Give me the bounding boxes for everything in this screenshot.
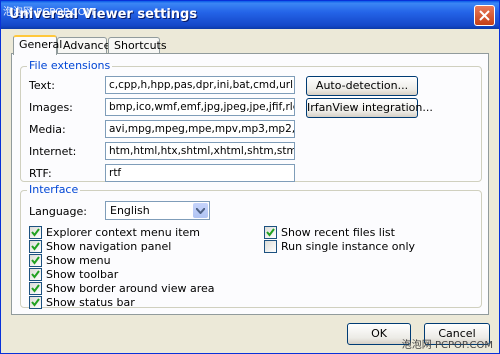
settings-dialog: Universal Viewer settings 泡泡网 PCPOP.COM … [0, 0, 500, 354]
media-label: Media: [29, 123, 66, 136]
checkmark-icon [31, 298, 40, 307]
run-single-instance-checkbox[interactable] [264, 240, 277, 253]
show-status-bar-checkbox[interactable] [29, 296, 42, 309]
watermark-top: 泡泡网 PCPOP.COM [3, 7, 95, 18]
interface-group: Interface Language: English Explorer con… [20, 183, 482, 309]
checkmark-icon [31, 242, 40, 251]
show-recent-files-label: Show recent files list [281, 226, 395, 239]
show-toolbar-label: Show toolbar [46, 268, 119, 281]
checkmark-icon [31, 228, 40, 237]
show-navigation-panel-checkbox[interactable] [29, 240, 42, 253]
explorer-context-menu-checkbox[interactable] [29, 226, 42, 239]
interface-legend: Interface [27, 183, 81, 196]
tab-general[interactable]: General [13, 35, 62, 55]
watermark-bottom: 泡泡网 PCPOP.COM [401, 340, 493, 351]
run-single-instance-label: Run single instance only [281, 240, 416, 253]
show-border-checkbox[interactable] [29, 282, 42, 295]
file-extensions-legend: File extensions [27, 59, 113, 72]
text-extensions-input[interactable]: c,cpp,h,hpp,pas,dpr,ini,bat,cmd,url [105, 76, 295, 94]
internet-extensions-input[interactable]: htm,html,htx,shtml,xhtml,shtm,stm,xml,xs… [105, 142, 295, 160]
checkmark-icon [266, 228, 275, 237]
title-bar[interactable]: Universal Viewer settings 泡泡网 PCPOP.COM [1, 1, 499, 29]
checkmark-icon [31, 270, 40, 279]
general-panel: File extensions Text: c,cpp,h,hpp,pas,dp… [11, 53, 489, 315]
show-toolbar-checkbox[interactable] [29, 268, 42, 281]
rtf-label: RTF: [29, 167, 52, 180]
tab-shortcuts[interactable]: Shortcuts [108, 37, 167, 54]
close-button[interactable] [474, 5, 495, 26]
show-menu-label: Show menu [46, 254, 111, 267]
media-extensions-input[interactable]: avi,mpg,mpeg,mpe,mpv,mp3,mp2,mp1,m1v [105, 120, 295, 138]
dropdown-button[interactable] [193, 203, 208, 218]
show-recent-files-checkbox[interactable] [264, 226, 277, 239]
explorer-context-menu-label: Explorer context menu item [46, 226, 201, 239]
irfanview-integration-button[interactable]: IrfanView integration... [306, 98, 433, 118]
checkmark-icon [31, 256, 40, 265]
images-extensions-input[interactable]: bmp,ico,wmf,emf,jpg,jpeg,jpe,jfif,rle,di… [105, 98, 295, 116]
rtf-extensions-input[interactable]: rtf [105, 164, 295, 182]
show-border-label: Show border around view area [46, 282, 215, 295]
language-value: English [110, 204, 150, 217]
show-menu-checkbox[interactable] [29, 254, 42, 267]
images-label: Images: [29, 101, 73, 114]
file-extensions-group: File extensions Text: c,cpp,h,hpp,pas,dp… [20, 59, 482, 182]
tab-advanced[interactable]: Advanced [57, 37, 117, 54]
language-select[interactable]: English [105, 201, 210, 220]
language-label: Language: [29, 205, 87, 218]
show-navigation-panel-label: Show navigation panel [46, 240, 172, 253]
chevron-down-icon [196, 208, 205, 214]
show-status-bar-label: Show status bar [46, 296, 135, 309]
checkmark-icon [31, 284, 40, 293]
text-label: Text: [29, 79, 55, 92]
close-icon [479, 10, 490, 21]
internet-label: Internet: [29, 145, 77, 158]
auto-detection-button[interactable]: Auto-detection... [306, 76, 418, 96]
